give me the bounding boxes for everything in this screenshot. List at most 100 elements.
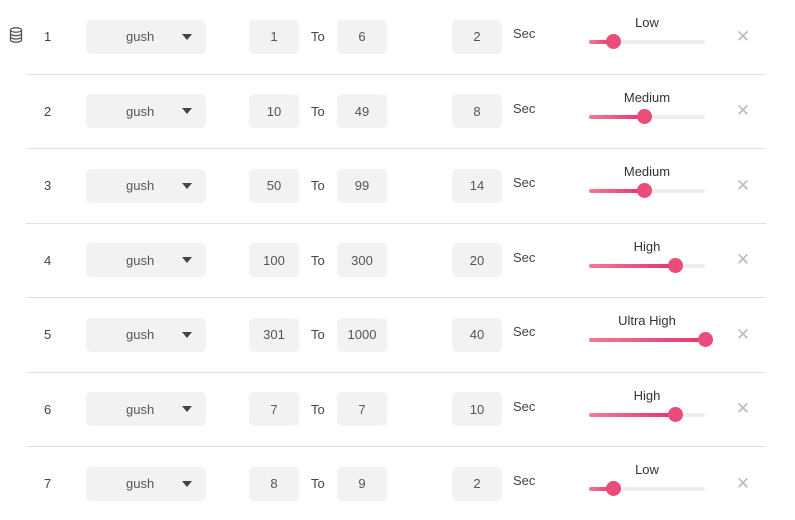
caret-down-icon [182, 182, 192, 189]
range-from-input[interactable]: 301 [249, 317, 299, 352]
range-to-input[interactable]: 1000 [337, 317, 387, 352]
intensity-label: Ultra High [618, 313, 676, 328]
intensity-slider[interactable] [589, 109, 705, 123]
range-from-input[interactable]: 7 [249, 392, 299, 427]
intensity-label: Low [635, 15, 659, 30]
sec-label: Sec [513, 26, 536, 41]
range-to-input[interactable]: 6 [337, 19, 387, 54]
slider-fill [589, 114, 644, 119]
caret-down-icon [182, 406, 192, 413]
to-label: To [311, 178, 325, 194]
slider-fill [589, 189, 644, 193]
slider-thumb[interactable] [699, 333, 712, 346]
range-to-input[interactable]: 49 [337, 94, 387, 129]
row-index: 1 [44, 29, 52, 45]
row-index: 6 [44, 401, 52, 417]
intensity-slider[interactable] [589, 333, 712, 346]
intensity-label: Medium [623, 164, 671, 179]
list-item: 5 gush 301 To 1000 40 Sec Ultra High ✕ [26, 298, 766, 373]
type-select-value: gush [126, 103, 155, 119]
duration-input[interactable]: 14 [452, 168, 502, 203]
caret-down-icon [182, 108, 192, 115]
list-item: 4 gush 100 To 300 20 Sec High ✕ [26, 224, 766, 298]
list-item: 3 gush 50 To 99 14 Sec Medium ✕ [26, 149, 766, 224]
range-to-input[interactable]: 300 [337, 243, 387, 278]
caret-down-icon [182, 331, 192, 338]
sec-label: Sec [513, 324, 536, 339]
range-from-input[interactable]: 50 [249, 168, 299, 203]
duration-input[interactable]: 2 [452, 466, 502, 501]
row-index: 7 [44, 476, 52, 492]
type-select[interactable]: gush [86, 317, 206, 352]
duration-input[interactable]: 20 [452, 243, 502, 278]
duration-input[interactable]: 8 [452, 94, 502, 129]
to-label: To [311, 401, 325, 417]
slider-thumb[interactable] [637, 109, 651, 123]
type-select[interactable]: gush [86, 94, 206, 129]
sec-label: Sec [513, 249, 536, 265]
sec-label: Sec [513, 100, 536, 116]
range-to-input[interactable]: 9 [337, 466, 387, 501]
close-icon[interactable]: ✕ [736, 224, 750, 298]
duration-input[interactable]: 10 [452, 392, 502, 427]
to-label: To [311, 476, 325, 492]
type-select[interactable]: gush [86, 466, 206, 501]
type-select[interactable]: gush [86, 243, 206, 278]
slider-thumb[interactable] [668, 258, 682, 272]
sec-label: Sec [513, 175, 536, 190]
list-item: 7 gush 8 To 9 2 Sec Low ✕ [26, 447, 766, 520]
database-icon [9, 27, 23, 43]
intensity-slider[interactable] [589, 482, 705, 495]
row-index: 2 [44, 103, 52, 119]
range-from-input[interactable]: 1 [249, 19, 299, 54]
close-icon[interactable]: ✕ [736, 447, 750, 520]
caret-down-icon [182, 257, 192, 264]
range-to-input[interactable]: 99 [337, 168, 387, 203]
to-label: To [311, 327, 325, 343]
intensity-label: High [633, 238, 661, 254]
row-index: 5 [44, 327, 52, 343]
to-label: To [311, 103, 325, 119]
range-to-input[interactable]: 7 [337, 392, 387, 427]
range-from-input[interactable]: 8 [249, 466, 299, 501]
type-select[interactable]: gush [86, 19, 206, 54]
type-select[interactable]: gush [86, 168, 206, 203]
close-icon[interactable]: ✕ [736, 75, 750, 149]
caret-down-icon [182, 480, 192, 487]
sec-label: Sec [513, 398, 536, 414]
intensity-slider[interactable] [589, 258, 705, 272]
slider-thumb[interactable] [668, 407, 682, 421]
slider-thumb[interactable] [607, 35, 621, 48]
intensity-label: Medium [623, 89, 671, 105]
intensity-slider[interactable] [589, 184, 705, 197]
type-select-value: gush [126, 252, 155, 268]
slider-thumb[interactable] [637, 184, 651, 197]
close-icon[interactable]: ✕ [736, 373, 750, 447]
close-icon[interactable]: ✕ [736, 0, 750, 74]
list-item: 2 gush 10 To 49 8 Sec Medium ✕ [26, 75, 766, 149]
type-select-value: gush [126, 327, 155, 343]
slider-thumb[interactable] [607, 482, 621, 495]
slider-fill [589, 412, 675, 417]
slider-fill [589, 338, 705, 342]
intensity-slider[interactable] [589, 35, 705, 48]
intensity-slider[interactable] [589, 407, 705, 421]
range-from-input[interactable]: 100 [249, 243, 299, 278]
rules-list: 1 gush 1 To 6 2 Sec Low ✕ 2 gush 10 To 4… [26, 0, 766, 520]
caret-down-icon [182, 33, 192, 40]
close-icon[interactable]: ✕ [736, 149, 750, 223]
type-select-value: gush [126, 29, 155, 45]
type-select[interactable]: gush [86, 392, 206, 427]
slider-fill [589, 263, 675, 268]
type-select-value: gush [126, 401, 155, 417]
list-item: 1 gush 1 To 6 2 Sec Low ✕ [26, 0, 766, 75]
row-index: 3 [44, 178, 52, 194]
duration-input[interactable]: 2 [452, 19, 502, 54]
list-item: 6 gush 7 To 7 10 Sec High ✕ [26, 373, 766, 447]
duration-input[interactable]: 40 [452, 317, 502, 352]
to-label: To [311, 252, 325, 268]
sec-label: Sec [513, 473, 536, 488]
close-icon[interactable]: ✕ [736, 298, 750, 372]
range-from-input[interactable]: 10 [249, 94, 299, 129]
to-label: To [311, 29, 325, 45]
